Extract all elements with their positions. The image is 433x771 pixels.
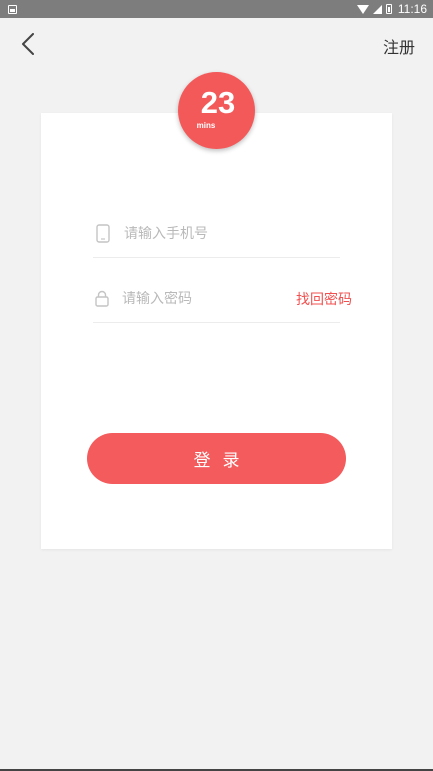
phone-icon bbox=[95, 224, 111, 244]
logo-sub: mins bbox=[197, 121, 216, 130]
app-logo: 23 mins bbox=[178, 72, 255, 149]
logo-mark: 23 mins bbox=[197, 85, 236, 130]
lock-icon bbox=[95, 289, 109, 309]
forgot-password-link[interactable]: 找回密码 bbox=[296, 289, 352, 309]
status-left bbox=[8, 4, 17, 14]
password-input[interactable] bbox=[122, 290, 296, 307]
wifi-icon bbox=[356, 4, 369, 14]
notification-icon bbox=[8, 4, 17, 14]
signal-icon bbox=[372, 4, 382, 14]
logo-number: 23 bbox=[201, 85, 235, 120]
chevron-left-icon bbox=[22, 33, 34, 55]
phone-field bbox=[93, 210, 340, 258]
back-button[interactable] bbox=[14, 30, 42, 58]
status-right: 11:16 bbox=[356, 2, 427, 16]
phone-input[interactable] bbox=[124, 225, 340, 242]
password-field: 找回密码 bbox=[93, 275, 352, 323]
battery-icon bbox=[385, 4, 392, 14]
register-link[interactable]: 注册 bbox=[383, 34, 415, 58]
status-bar: 11:16 bbox=[0, 0, 433, 18]
status-time: 11:16 bbox=[397, 2, 427, 16]
login-button[interactable]: 登录 bbox=[87, 433, 346, 484]
